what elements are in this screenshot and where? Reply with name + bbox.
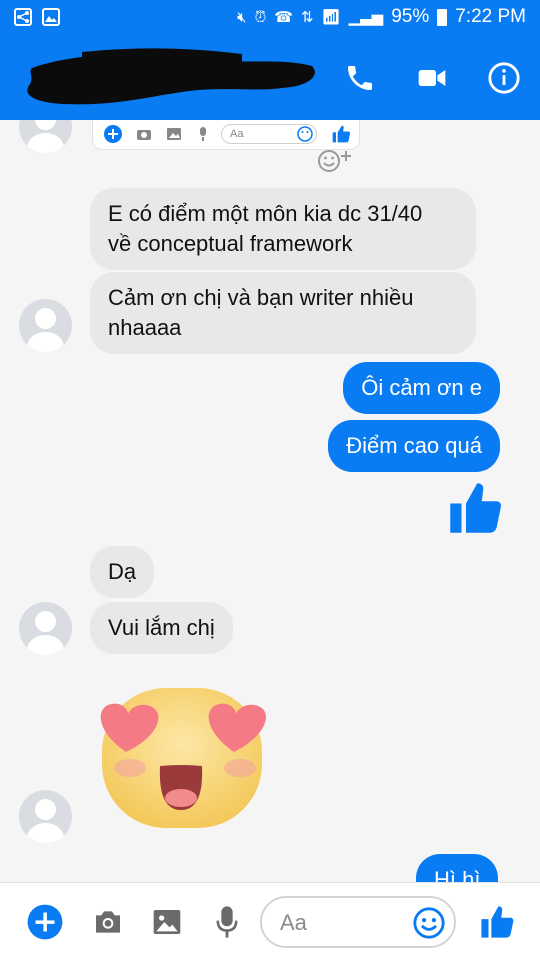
- contact-avatar[interactable]: [19, 299, 72, 352]
- message-line: Cảm ơn chị và bạn writer nhiều: [108, 285, 414, 310]
- info-icon: [488, 62, 520, 94]
- send-like-button[interactable]: [478, 903, 516, 941]
- battery-percent: 95%: [391, 6, 430, 27]
- redacted-contact-name: [27, 48, 315, 105]
- data-transfer-icon: ⇅: [300, 9, 314, 26]
- emoji-icon[interactable]: [412, 906, 446, 940]
- plus-icon: [27, 904, 63, 940]
- video-camera-icon: [418, 70, 446, 86]
- camera-button[interactable]: [89, 903, 127, 941]
- alarm-icon: ⏰︎: [254, 8, 267, 26]
- incoming-message[interactable]: Vui lắm chị: [90, 602, 233, 654]
- contact-avatar[interactable]: [19, 120, 72, 153]
- status-bar: 🔇︎ ⏰︎ ☎︎ ⇅ 📶︎ ▁▃▅ 95% 7:22 PM: [0, 0, 540, 36]
- incoming-message[interactable]: E có điểm một môn kia dc 31/40 về concep…: [90, 188, 476, 270]
- share-notification-icon: [14, 8, 32, 26]
- message-composer: Aa: [0, 882, 540, 960]
- microphone-icon: [216, 906, 238, 938]
- embedded-composer-preview: Aa: [92, 120, 360, 150]
- camera-icon: [96, 911, 120, 933]
- video-call-button[interactable]: [414, 60, 450, 96]
- message-input[interactable]: Aa: [260, 896, 456, 948]
- phone-icon: [348, 66, 372, 90]
- message-line: E có điểm một môn kia dc 31/40: [108, 201, 423, 226]
- signal-2-icon: ▁▃▅: [348, 9, 384, 26]
- battery-icon: [437, 8, 448, 26]
- outgoing-message[interactable]: Điểm cao quá: [328, 420, 500, 472]
- incoming-message[interactable]: Cảm ơn chị và bạn writer nhiều nhaaaa: [90, 272, 476, 354]
- call-icon: ☎︎: [274, 9, 293, 26]
- plus-icon: [104, 125, 122, 143]
- message-input-placeholder: Aa: [280, 910, 307, 935]
- info-button[interactable]: [486, 60, 522, 96]
- conversation-header: [0, 36, 540, 120]
- outgoing-message[interactable]: Ôi cảm ơn e: [343, 362, 500, 414]
- incoming-message[interactable]: Dạ: [90, 546, 155, 598]
- microphone-icon: [200, 127, 206, 141]
- gallery-notification-icon: [42, 8, 60, 26]
- thumbs-up-icon: [481, 906, 514, 938]
- clock: 7:22 PM: [455, 6, 526, 27]
- outgoing-message[interactable]: Hì hì: [416, 854, 499, 882]
- emoji-icon: [297, 126, 313, 142]
- mute-icon: 🔇︎: [237, 8, 247, 26]
- thumbs-up-sticker[interactable]: [448, 480, 502, 536]
- voice-message-button[interactable]: [208, 903, 246, 941]
- contact-avatar[interactable]: [19, 790, 72, 843]
- add-reaction-icon[interactable]: [316, 148, 356, 174]
- message-line: nhaaaa: [108, 315, 182, 340]
- image-icon: [167, 128, 181, 140]
- message-line: về conceptual framework: [108, 231, 353, 256]
- gallery-button[interactable]: [148, 903, 186, 941]
- message-list[interactable]: Aa E có điểm một môn kia dc 31/40 về con…: [0, 120, 540, 882]
- signal-icon: 📶︎: [321, 9, 341, 26]
- camera-icon: [137, 130, 151, 140]
- thumbs-up-icon: [332, 125, 351, 143]
- phone-call-button[interactable]: [342, 60, 378, 96]
- heart-eyes-sticker[interactable]: [90, 680, 270, 830]
- more-actions-button[interactable]: [26, 903, 64, 941]
- image-icon: [153, 910, 181, 934]
- contact-avatar[interactable]: [19, 602, 72, 655]
